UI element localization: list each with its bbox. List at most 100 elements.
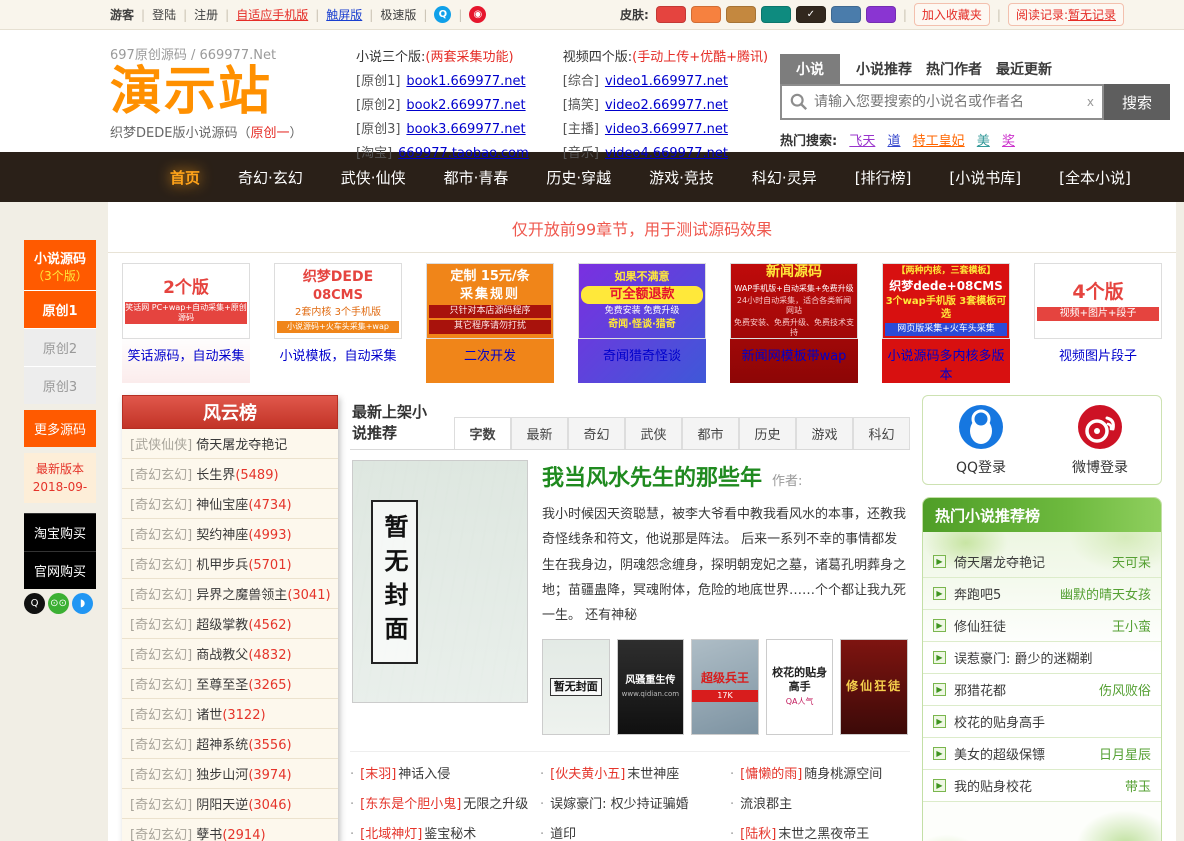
nav-item[interactable]: 游戏·竞技 <box>637 161 726 194</box>
rank-item[interactable]: [奇幻玄幻] 至尊至圣(3265) <box>122 669 338 699</box>
banner-ad-image[interactable]: 4个版 视频+图片+段子 <box>1034 263 1162 339</box>
skin-swatch[interactable] <box>866 6 896 23</box>
register-link[interactable]: 注册 <box>194 6 218 23</box>
hot-search-word[interactable]: 道 <box>888 134 901 149</box>
novel-link[interactable]: ·[慵懒的雨]随身桃源空间 <box>730 760 910 790</box>
novel-link[interactable]: ·[末羽]神话入侵 <box>350 760 530 790</box>
skin-swatch[interactable]: ✓ <box>796 6 826 23</box>
banner-caption[interactable]: 小说模板，自动采集 <box>274 345 402 364</box>
weibo-login-button[interactable]: 微博登录 <box>1072 404 1128 477</box>
touch-version-link[interactable]: 触屏版 <box>326 6 362 23</box>
book-cover-thumb[interactable]: 暂无封面 <box>542 639 610 735</box>
skin-swatch[interactable] <box>691 6 721 23</box>
banner-ad[interactable]: 新闻源码 WAP手机版+自动采集+免费升级 24小时自动采集，适合各类新闻网站 … <box>730 263 858 383</box>
nav-item[interactable]: 首页 <box>158 161 212 194</box>
banner-caption[interactable]: 新闻网模板带wap <box>730 345 858 364</box>
qq-login-button[interactable]: QQ登录 <box>956 404 1006 477</box>
skin-swatch[interactable] <box>761 6 791 23</box>
banner-caption[interactable]: 小说源码多内核多版本 <box>882 345 1010 383</box>
nav-item[interactable]: 奇幻·玄幻 <box>226 161 315 194</box>
nav-item[interactable]: 武侠·仙侠 <box>329 161 418 194</box>
novel-link[interactable]: ·道印 <box>540 820 720 841</box>
rank-item[interactable]: [奇幻玄幻] 异界之魔兽领主(3041) <box>122 579 338 609</box>
hot-search-word[interactable]: 奖 <box>1002 134 1015 149</box>
site-link[interactable]: book2.669977.net <box>406 98 525 113</box>
banner-caption[interactable]: 视频图片段子 <box>1034 345 1162 364</box>
site-logo[interactable]: 演示站 <box>110 65 340 120</box>
add-favorite-button[interactable]: 加入收藏夹 <box>914 3 990 26</box>
search-input[interactable] <box>814 94 1081 110</box>
site-link[interactable]: 669977.taobao.com <box>398 146 529 161</box>
skin-swatch[interactable] <box>656 6 686 23</box>
novel-link[interactable]: ·[北域神灯]鉴宝秘术 <box>350 820 530 841</box>
rank-item[interactable]: [奇幻玄幻] 独步山河(3974) <box>122 759 338 789</box>
featured-cover[interactable]: 暂无封面 <box>352 460 528 703</box>
book-cover-thumb[interactable]: 修仙狂徒 <box>840 639 908 735</box>
novel-link[interactable]: ·[伙夫黄小五]末世神座 <box>540 760 720 790</box>
skin-swatch[interactable] <box>726 6 756 23</box>
recommend-tab[interactable]: 最新 <box>511 417 568 449</box>
recommend-tab[interactable]: 字数 <box>454 417 511 449</box>
banner-ad-image[interactable]: 如果不满意 可全额退款 免费安装 免费升级 奇闻·怪谈·猎奇 <box>578 263 706 339</box>
hot-search-word[interactable]: 特工皇妃 <box>913 134 965 149</box>
site-link[interactable]: book3.669977.net <box>406 122 525 137</box>
hot-novel-item[interactable]: ▶ 美女的超级保镖 日月星辰 <box>923 738 1161 770</box>
nav-item[interactable]: 科幻·灵异 <box>740 161 829 194</box>
weibo-icon[interactable]: ◉ <box>469 6 486 23</box>
rank-item[interactable]: [奇幻玄幻] 孽书(2914) <box>122 819 338 841</box>
nav-item[interactable]: 都市·青春 <box>432 161 521 194</box>
source-version-item[interactable]: 原创2 <box>24 328 96 366</box>
hot-novel-item[interactable]: ▶ 校花的贴身高手 <box>923 706 1161 738</box>
novel-link[interactable]: ·[陆秋]末世之黑夜帝王 <box>730 820 910 841</box>
nav-item[interactable]: [小说书库] <box>937 161 1033 194</box>
banner-ad[interactable]: 2个版 笑话网 PC+wap+自动采集+原创源码 笑话源码，自动采集 <box>122 263 250 383</box>
site-link[interactable]: video4.669977.net <box>605 146 728 161</box>
hot-novel-item[interactable]: ▶ 误惹豪门: 爵少的迷糊剃 <box>923 642 1161 674</box>
login-link[interactable]: 登陆 <box>152 6 176 23</box>
banner-ad-image[interactable]: 定制 15元/条 采集规则 只针对本店源码程序 其它程序请勿打扰 <box>426 263 554 339</box>
banner-caption[interactable]: 奇闻猎奇怪谈 <box>578 345 706 364</box>
site-link[interactable]: video3.669977.net <box>605 122 728 137</box>
source-version-item[interactable]: 原创1 <box>24 290 96 328</box>
reading-history[interactable]: 阅读记录:暂无记录 <box>1008 3 1124 26</box>
rank-item[interactable]: [奇幻玄幻] 超级掌教(4562) <box>122 609 338 639</box>
hot-search-word[interactable]: 飞天 <box>849 134 875 149</box>
search-tab-novel[interactable]: 小说 <box>780 54 840 84</box>
site-link[interactable]: book1.669977.net <box>406 74 525 89</box>
banner-ad-image[interactable]: 2个版 笑话网 PC+wap+自动采集+原创源码 <box>122 263 250 339</box>
novel-link[interactable]: ·流浪郡主 <box>730 790 910 820</box>
hot-novel-item[interactable]: ▶ 倚天屠龙夺艳记 天可呆 <box>923 546 1161 578</box>
buy-button[interactable]: 官网购买 <box>24 551 96 589</box>
banner-ad[interactable]: 4个版 视频+图片+段子 视频图片段子 <box>1034 263 1162 383</box>
recommend-tab[interactable]: 历史 <box>739 417 796 449</box>
banner-ad[interactable]: 定制 15元/条 采集规则 只针对本店源码程序 其它程序请勿打扰 二次开发 <box>426 263 554 383</box>
featured-title[interactable]: 我当风水先生的那些年 <box>542 460 762 492</box>
rank-item[interactable]: [奇幻玄幻] 超神系统(3556) <box>122 729 338 759</box>
search-tab[interactable]: 小说推荐 <box>856 59 912 84</box>
hot-novel-item[interactable]: ▶ 修仙狂徒 王小蛮 <box>923 610 1161 642</box>
nav-item[interactable]: [全本小说] <box>1047 161 1143 194</box>
hot-novel-item[interactable]: ▶ 奔跑吧5 幽默的晴天女孩 <box>923 578 1161 610</box>
qq-icon[interactable]: Q <box>434 6 451 23</box>
rank-item[interactable]: [奇幻玄幻] 长生界(5489) <box>122 459 338 489</box>
search-tab[interactable]: 热门作者 <box>926 59 982 84</box>
novel-link[interactable]: ·[东东是个胆小鬼]无限之升级 <box>350 790 530 820</box>
banner-ad-image[interactable]: 【两种内核，三套模板】 织梦dede+08CMS 3个wap手机版 3套模板可选… <box>882 263 1010 339</box>
banner-ad[interactable]: 织梦DEDE 08CMS 2套内核 3个手机版 小说源码+火车头采集+wap 小… <box>274 263 402 383</box>
recommend-tab[interactable]: 游戏 <box>796 417 853 449</box>
buy-button[interactable]: 淘宝购买 <box>24 513 96 551</box>
clear-search-icon[interactable]: x <box>1087 95 1094 109</box>
source-version-item[interactable]: 原创3 <box>24 366 96 404</box>
book-cover-thumb[interactable]: 超级兵王 17K <box>691 639 759 735</box>
banner-ad[interactable]: 如果不满意 可全额退款 免费安装 免费升级 奇闻·怪谈·猎奇 奇闻猎奇怪谈 <box>578 263 706 383</box>
nav-item[interactable]: [排行榜] <box>843 161 924 194</box>
rank-item[interactable]: [奇幻玄幻] 阴阳天逆(3046) <box>122 789 338 819</box>
hot-novel-item[interactable]: ▶ 我的贴身校花 带玉 <box>923 770 1161 802</box>
banner-ad-image[interactable]: 织梦DEDE 08CMS 2套内核 3个手机版 小说源码+火车头采集+wap <box>274 263 402 339</box>
rank-item[interactable]: [奇幻玄幻] 神仙宝座(4734) <box>122 489 338 519</box>
search-tab[interactable]: 最近更新 <box>996 59 1052 84</box>
rank-item[interactable]: [奇幻玄幻] 机甲步兵(5701) <box>122 549 338 579</box>
site-link[interactable]: video2.669977.net <box>605 98 728 113</box>
skin-swatch[interactable] <box>831 6 861 23</box>
rank-item[interactable]: [奇幻玄幻] 商战教父(4832) <box>122 639 338 669</box>
